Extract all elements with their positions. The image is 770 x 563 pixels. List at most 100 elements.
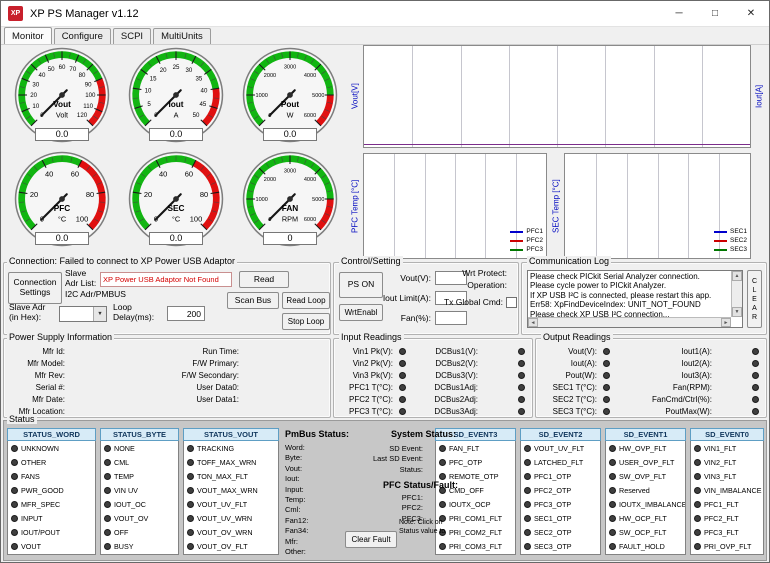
tx-global-cmd-checkbox[interactable] — [506, 297, 517, 308]
value-led-icon — [603, 396, 610, 403]
status-item-ioutx-imbalance[interactable]: IOUTX_IMBALANCE — [606, 497, 685, 511]
status-item-vout-ov-wrn[interactable]: VOUT_OV_WRN — [184, 525, 278, 539]
status-item-iout-oc[interactable]: IOUT_OC — [101, 497, 178, 511]
status-item-busy[interactable]: BUSY — [101, 539, 178, 553]
status-item-ton-max-flt[interactable]: TON_MAX_FLT — [184, 469, 278, 483]
scan-bus-button[interactable]: Scan Bus — [227, 292, 279, 309]
status-item-pfc2-otp[interactable]: PFC2_OTP — [521, 483, 600, 497]
status-item-vout-ov[interactable]: VOUT_OV — [101, 511, 178, 525]
status-item-sw-ocp-flt[interactable]: SW_OCP_FLT — [606, 525, 685, 539]
chart-gridline — [461, 46, 462, 147]
field-label: Fan12: — [285, 516, 333, 526]
status-item-reserved[interactable]: Reserved — [606, 483, 685, 497]
clear-fault-button[interactable]: Clear Fault — [345, 531, 397, 548]
status-item-user-ovp-flt[interactable]: USER_OVP_FLT — [606, 455, 685, 469]
status-item-vout-uv-wrn[interactable]: VOUT_UV_WRN — [184, 511, 278, 525]
tab-scpi[interactable]: SCPI — [113, 28, 151, 44]
status-item-hw-ovp-flt[interactable]: HW_OVP_FLT — [606, 441, 685, 455]
status-item-fans[interactable]: FANS — [8, 469, 95, 483]
status-item-pri-com1-flt[interactable]: PRI_COM1_FLT — [436, 511, 515, 525]
status-item-vout-uv-flt[interactable]: VOUT_UV_FLT — [521, 441, 600, 455]
status-item-unknown[interactable]: UNKNOWN — [8, 441, 95, 455]
status-item-sec3-otp[interactable]: SEC3_OTP — [521, 539, 600, 553]
status-item-ioutx-ocp[interactable]: IOUTX_OCP — [436, 497, 515, 511]
status-item-hw-ocp-flt[interactable]: HW_OCP_FLT — [606, 511, 685, 525]
status-item-vout-max-wrn[interactable]: VOUT_MAX_WRN — [184, 483, 278, 497]
connection-settings-button[interactable]: Connection Settings — [8, 272, 62, 304]
status-item-mfr-spec[interactable]: MFR_SPEC — [8, 497, 95, 511]
scroll-up-icon[interactable]: ▲ — [732, 271, 742, 281]
chevron-down-icon[interactable]: ▼ — [93, 307, 106, 321]
status-item-pri-ovp-flt[interactable]: PRI_OVP_FLT — [691, 539, 763, 553]
log-vertical-scrollbar[interactable]: ▲ ▼ — [731, 271, 742, 317]
status-item-input[interactable]: INPUT — [8, 511, 95, 525]
status-item-sw-ovp-flt[interactable]: SW_OVP_FLT — [606, 469, 685, 483]
tab-configure[interactable]: Configure — [54, 28, 111, 44]
fan-set-input[interactable] — [435, 311, 467, 325]
status-item-tracking[interactable]: TRACKING — [184, 441, 278, 455]
clear-log-button[interactable]: CLEAR — [747, 270, 762, 328]
status-item-label: PRI_OVP_FLT — [704, 542, 751, 551]
list-header-sd_event0: SD_EVENT0 — [690, 428, 764, 441]
scroll-down-icon[interactable]: ▼ — [732, 307, 742, 317]
gauge-iout-value: 0.0 — [149, 128, 203, 141]
wrt-enabl-button[interactable]: WrtEnabl — [339, 304, 383, 321]
status-item-fault-hold[interactable]: FAULT_HOLD — [606, 539, 685, 553]
value-led-icon — [603, 384, 610, 391]
status-item-vin1-flt[interactable]: VIN1_FLT — [691, 441, 763, 455]
status-led-icon — [104, 459, 111, 466]
scroll-left-icon[interactable]: ◄ — [528, 318, 538, 327]
status-item-fan-flt[interactable]: FAN_FLT — [436, 441, 515, 455]
svg-text:3000: 3000 — [284, 169, 296, 175]
close-button[interactable]: ✕ — [733, 1, 769, 26]
status-item-vin3-flt[interactable]: VIN3_FLT — [691, 469, 763, 483]
status-item-temp[interactable]: TEMP — [101, 469, 178, 483]
scrollbar-track[interactable] — [732, 281, 742, 307]
minimize-button[interactable]: ─ — [661, 1, 697, 26]
status-item-latched-flt[interactable]: LATCHED_FLT — [521, 455, 600, 469]
scrollbar-track[interactable] — [538, 318, 721, 327]
status-item-vout-uv-flt[interactable]: VOUT_UV_FLT — [184, 497, 278, 511]
status-item-toff-max-wrn[interactable]: TOFF_MAX_WRN — [184, 455, 278, 469]
field-label: Vin3 Pk(V): — [339, 371, 393, 380]
status-item-pri-com2-flt[interactable]: PRI_COM2_FLT — [436, 525, 515, 539]
axis-label-pfc-temp: PFC Temp [°C] — [349, 153, 361, 259]
log-horizontal-scrollbar[interactable]: ◄ ► — [528, 317, 731, 327]
status-item-vin-uv[interactable]: VIN UV — [101, 483, 178, 497]
read-loop-button[interactable]: Read Loop — [282, 292, 330, 309]
stop-loop-button[interactable]: Stop Loop — [282, 313, 330, 330]
status-item-pwr-good[interactable]: PWR_GOOD — [8, 483, 95, 497]
loop-delay-input[interactable]: 200 — [167, 306, 205, 321]
status-item-vin-imbalance[interactable]: VIN_IMBALANCE — [691, 483, 763, 497]
tab-monitor[interactable]: Monitor — [4, 27, 52, 44]
status-item-pfc3-flt[interactable]: PFC3_FLT — [691, 525, 763, 539]
adaptor-status-box[interactable]: XP Power USB Adaptor Not Found — [100, 272, 232, 287]
status-byte-list: STATUS_BYTENONECMLTEMPVIN UVIOUT_OCVOUT_… — [100, 428, 179, 555]
status-item-pfc2-flt[interactable]: PFC2_FLT — [691, 511, 763, 525]
read-button[interactable]: Read — [239, 271, 289, 288]
maximize-button[interactable]: □ — [697, 1, 733, 26]
status-item-pfc-otp[interactable]: PFC_OTP — [436, 455, 515, 469]
slave-adr-combo[interactable]: ▼ — [59, 306, 107, 322]
status-item-none[interactable]: NONE — [101, 441, 178, 455]
status-item-vout[interactable]: VOUT — [8, 539, 95, 553]
status-item-sec1-otp[interactable]: SEC1_OTP — [521, 511, 600, 525]
scroll-right-icon[interactable]: ► — [721, 318, 731, 327]
status-item-pri-com3-flt[interactable]: PRI_COM3_FLT — [436, 539, 515, 553]
tab-multiunits[interactable]: MultiUnits — [153, 28, 211, 44]
svg-text:30: 30 — [185, 67, 192, 74]
status-item-iout-pout[interactable]: IOUT/POUT — [8, 525, 95, 539]
status-item-pfc1-flt[interactable]: PFC1_FLT — [691, 497, 763, 511]
status-item-other[interactable]: OTHER — [8, 455, 95, 469]
field-label: Mfr Rev: — [9, 371, 65, 380]
status-item-sec2-otp[interactable]: SEC2_OTP — [521, 525, 600, 539]
comm-log-textarea[interactable]: Please check PICkit Serial Analyzer conn… — [527, 270, 743, 328]
value-led-icon — [399, 348, 406, 355]
status-item-pfc3-otp[interactable]: PFC3_OTP — [521, 497, 600, 511]
status-led-icon — [609, 501, 616, 508]
status-item-vout-ov-flt[interactable]: VOUT_OV_FLT — [184, 539, 278, 553]
status-item-pfc1-otp[interactable]: PFC1_OTP — [521, 469, 600, 483]
status-item-vin2-flt[interactable]: VIN2_FLT — [691, 455, 763, 469]
status-item-off[interactable]: OFF — [101, 525, 178, 539]
status-item-cml[interactable]: CML — [101, 455, 178, 469]
